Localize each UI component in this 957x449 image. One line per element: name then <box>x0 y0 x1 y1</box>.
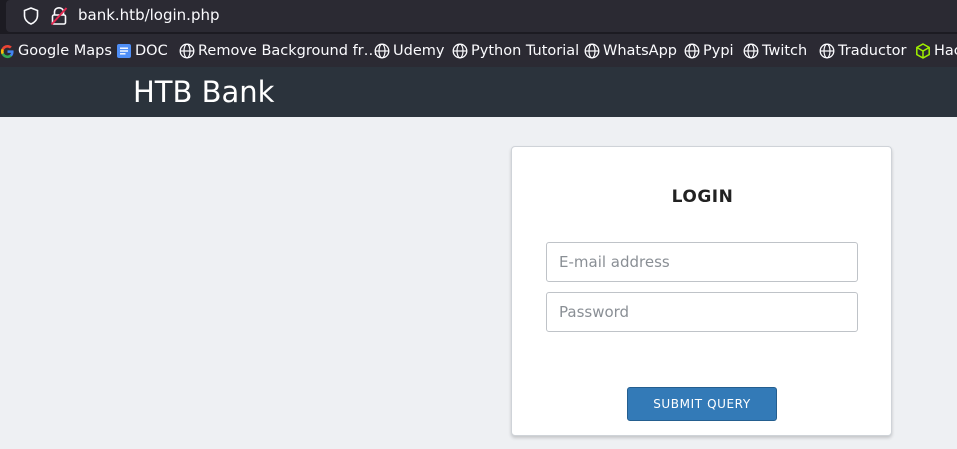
globe-icon <box>452 43 468 59</box>
bookmark-remove-background[interactable]: Remove Background fr… <box>179 41 378 61</box>
bookmark-label: Remove Background fr… <box>198 43 379 59</box>
site-header: HTB Bank <box>0 67 957 117</box>
bookmark-twitch[interactable]: Twitch <box>743 41 807 61</box>
email-input[interactable] <box>546 242 858 282</box>
address-field[interactable]: bank.htb/login.php <box>6 0 957 32</box>
bookmark-label: Hac <box>934 43 957 59</box>
globe-icon <box>819 43 835 59</box>
bookmark-label: Pypi <box>703 43 734 59</box>
globe-icon <box>684 43 700 59</box>
bookmark-label: Traductor <box>838 43 907 59</box>
login-title: LOGIN <box>671 187 734 207</box>
bookmark-label: Google Maps <box>18 43 112 59</box>
bookmark-doc[interactable]: DOC <box>116 41 168 61</box>
bookmarks-bar: Google Maps DOC Remove Background fr… Ud… <box>0 34 957 67</box>
bookmark-label: Python Tutorial <box>471 43 580 59</box>
brand-link[interactable]: HTB Bank <box>133 75 274 109</box>
google-icon <box>0 44 14 58</box>
url-text[interactable]: bank.htb/login.php <box>78 6 220 24</box>
globe-icon <box>374 43 390 59</box>
bookmark-label: Twitch <box>762 43 808 59</box>
shield-icon[interactable] <box>23 7 39 25</box>
lock-insecure-icon[interactable] <box>50 6 68 26</box>
password-input[interactable] <box>546 292 858 332</box>
bookmark-label: DOC <box>135 43 168 59</box>
cube-icon <box>916 43 930 59</box>
bookmark-label: Udemy <box>393 43 445 59</box>
bookmark-hack[interactable]: Hac <box>915 41 957 61</box>
globe-icon <box>743 43 759 59</box>
login-panel: LOGIN Submit Query <box>511 146 892 436</box>
bookmark-udemy[interactable]: Udemy <box>374 41 444 61</box>
globe-icon <box>179 43 195 59</box>
bookmark-pypi[interactable]: Pypi <box>684 41 734 61</box>
submit-query-button[interactable]: Submit Query <box>627 387 777 421</box>
bookmark-python-tutorial[interactable]: Python Tutorial <box>452 41 579 61</box>
bookmark-google-maps[interactable]: Google Maps <box>0 41 112 61</box>
bookmark-label: WhatsApp <box>603 43 677 59</box>
bookmark-traductor[interactable]: Traductor <box>819 41 906 61</box>
doc-icon <box>117 44 131 58</box>
bookmark-whatsapp[interactable]: WhatsApp <box>584 41 677 61</box>
globe-icon <box>584 43 600 59</box>
url-bar: bank.htb/login.php <box>0 0 957 34</box>
